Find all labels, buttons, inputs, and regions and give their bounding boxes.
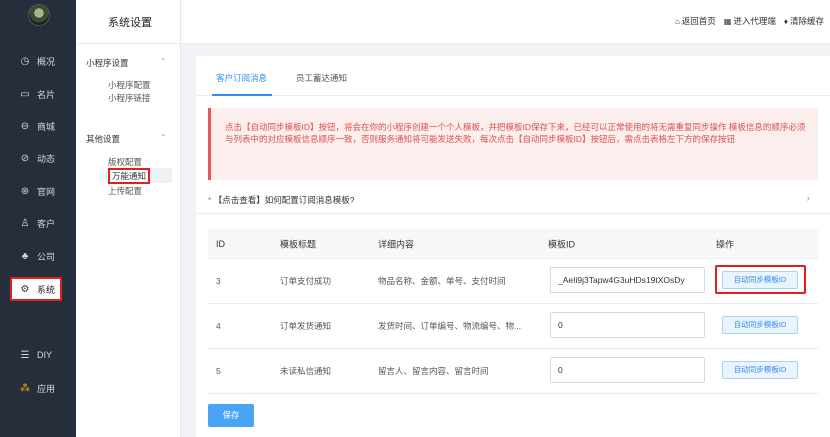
nav-item-diy[interactable]: ☰ DIY	[0, 343, 76, 367]
chevron-right-icon: ›	[806, 193, 810, 204]
nav-item-system[interactable]: ⚙ 系统	[10, 277, 62, 301]
col-header-id: ID	[216, 238, 225, 249]
template-id-input[interactable]: _AeIi9j3Tapw4G3uHDs19tXOsDy	[550, 267, 705, 293]
cell-content: 物品名称、金额、单号、支付时间	[378, 276, 506, 286]
sync-template-button[interactable]: 自动同步模板ID	[722, 361, 798, 379]
sub-link-copyright[interactable]: 版权配置	[108, 156, 142, 168]
save-button[interactable]: 保存	[208, 404, 254, 427]
cell-id: 4	[216, 321, 221, 331]
home-link[interactable]: ⌂ 返回首页	[675, 15, 716, 27]
top-bar: ⌂ 返回首页 ▦ 进入代理端 ♦ 清除缓存	[181, 0, 830, 44]
sub-link-upload-config[interactable]: 上传配置	[108, 185, 142, 197]
nav-item-feed[interactable]: ⊘ 动态	[0, 146, 76, 170]
col-header-template-id: 模板ID	[548, 239, 576, 249]
top-links: ⌂ 返回首页 ▦ 进入代理端 ♦ 清除缓存	[675, 15, 824, 27]
globe-icon: ⊛	[20, 185, 30, 197]
person-icon: ♙	[20, 217, 30, 229]
table-header: ID 模板标题 详细内容 模板ID 操作	[208, 229, 818, 259]
nav-item-customer[interactable]: ♙ 客户	[0, 211, 76, 235]
cell-id: 5	[216, 366, 221, 376]
table-row: 4 订单发货通知 发货时间、订单编号、物流编号、物... 0 自动同步模板ID	[208, 304, 818, 349]
nav-item-label: 名片	[37, 89, 56, 100]
org-icon: ♣	[21, 250, 29, 262]
info-alert: 点击【自动同步模板ID】按钮，将会在你的小程序创建一个个人模板，并把模板ID保存…	[208, 108, 818, 180]
chevron-up-icon[interactable]: ⌃	[160, 57, 167, 66]
sub-sidebar: 系统设置 小程序设置 ⌃ 小程序配置 小程序链接 其他设置 ⌃ 版权配置 万能通…	[76, 0, 181, 437]
apps-icon: ⁂	[20, 382, 30, 394]
tab-active-indicator	[212, 94, 272, 96]
clear-cache-link[interactable]: ♦ 清除缓存	[784, 15, 824, 27]
nav-item-label: 应用	[37, 383, 56, 394]
sub-sidebar-title: 系统设置	[76, 0, 180, 44]
nav-item-overview[interactable]: ◷ 概况	[0, 49, 76, 73]
clock-icon: ◷	[20, 55, 30, 67]
required-marker: *	[208, 195, 212, 205]
tab-staff-notice[interactable]: 员工蓄达通知	[296, 72, 347, 84]
nav-item-card[interactable]: ▭ 名片	[0, 82, 76, 106]
cell-id: 3	[216, 276, 221, 286]
nav-item-label: 公司	[37, 251, 56, 262]
grid-icon: ▦	[723, 17, 732, 26]
clear-icon: ♦	[783, 17, 788, 26]
nav-item-mall[interactable]: ⊖ 商城	[0, 114, 76, 138]
nav-item-label: DIY	[37, 350, 53, 360]
nav-item-label: 商城	[37, 121, 56, 132]
cell-title: 订单支付成功	[280, 276, 332, 286]
agent-link[interactable]: ▦ 进入代理端	[724, 15, 776, 27]
tab-customer-subscription[interactable]: 客户订阅消息	[216, 72, 267, 84]
sync-template-button[interactable]: 自动同步模板ID	[722, 316, 798, 334]
help-collapse[interactable]: * 【点击查看】如何配置订阅消息模板? ›	[196, 184, 830, 214]
cell-content: 发货时间、订单编号、物流编号、物...	[378, 321, 522, 331]
cell-title: 订单发货通知	[280, 321, 332, 331]
nav-item-company[interactable]: ♣ 公司	[0, 244, 76, 268]
card-icon: ▭	[20, 88, 30, 100]
nav-item-website[interactable]: ⊛ 官网	[0, 179, 76, 203]
template-table: ID 模板标题 详细内容 模板ID 操作 3 订单支付成功 物品名称、金额、单号…	[208, 229, 818, 394]
chevron-up-icon[interactable]: ⌃	[160, 133, 167, 142]
table-row: 3 订单支付成功 物品名称、金额、单号、支付时间 _AeIi9j3Tapw4G3…	[208, 259, 818, 304]
help-collapse-label: 【点击查看】如何配置订阅消息模板?	[213, 195, 355, 205]
nav-item-apps[interactable]: ⁂ 应用	[0, 376, 76, 400]
template-id-input[interactable]: 0	[550, 357, 705, 383]
nav-item-label: 官网	[37, 186, 56, 197]
sub-link-universal-notice[interactable]: 万能通知	[108, 168, 151, 184]
template-id-input[interactable]: 0	[550, 312, 705, 338]
col-header-title: 模板标题	[280, 239, 317, 249]
nav-item-label: 动态	[37, 153, 56, 164]
sync-template-button[interactable]: 自动同步模板ID	[722, 271, 798, 289]
tab-bar: 客户订阅消息 员工蓄达通知	[196, 56, 830, 96]
sub-link-mp-links[interactable]: 小程序链接	[108, 92, 151, 104]
main-nav: ◷ 概况 ▭ 名片 ⊖ 商城 ⊘ 动态 ⊛ 官网 ♙ 客户 ♣ 公司 ⚙ 系统 …	[0, 0, 76, 437]
main-panel: 客户订阅消息 员工蓄达通知 点击【自动同步模板ID】按钮，将会在你的小程序创建一…	[196, 56, 830, 437]
gear-icon: ⚙	[20, 283, 30, 295]
col-header-content: 详细内容	[378, 239, 415, 249]
nav-item-label: 系统	[37, 284, 56, 295]
sub-link-mp-config[interactable]: 小程序配置	[108, 79, 151, 91]
bag-icon: ⊖	[20, 120, 30, 132]
table-row: 5 未读私信通知 留言人、留言内容、留言时间 0 自动同步模板ID	[208, 349, 818, 394]
col-header-action: 操作	[716, 239, 735, 249]
avatar[interactable]	[28, 4, 50, 26]
nav-item-label: 概况	[37, 56, 56, 67]
group-mini-program-settings[interactable]: 小程序设置	[86, 57, 129, 69]
group-other-settings[interactable]: 其他设置	[86, 133, 120, 145]
home-icon: ⌂	[674, 17, 680, 26]
compass-icon: ⊘	[20, 152, 30, 164]
diy-icon: ☰	[20, 349, 30, 361]
cell-content: 留言人、留言内容、留言时间	[378, 366, 489, 376]
nav-item-label: 客户	[37, 218, 56, 229]
cell-title: 未读私信通知	[280, 366, 332, 376]
